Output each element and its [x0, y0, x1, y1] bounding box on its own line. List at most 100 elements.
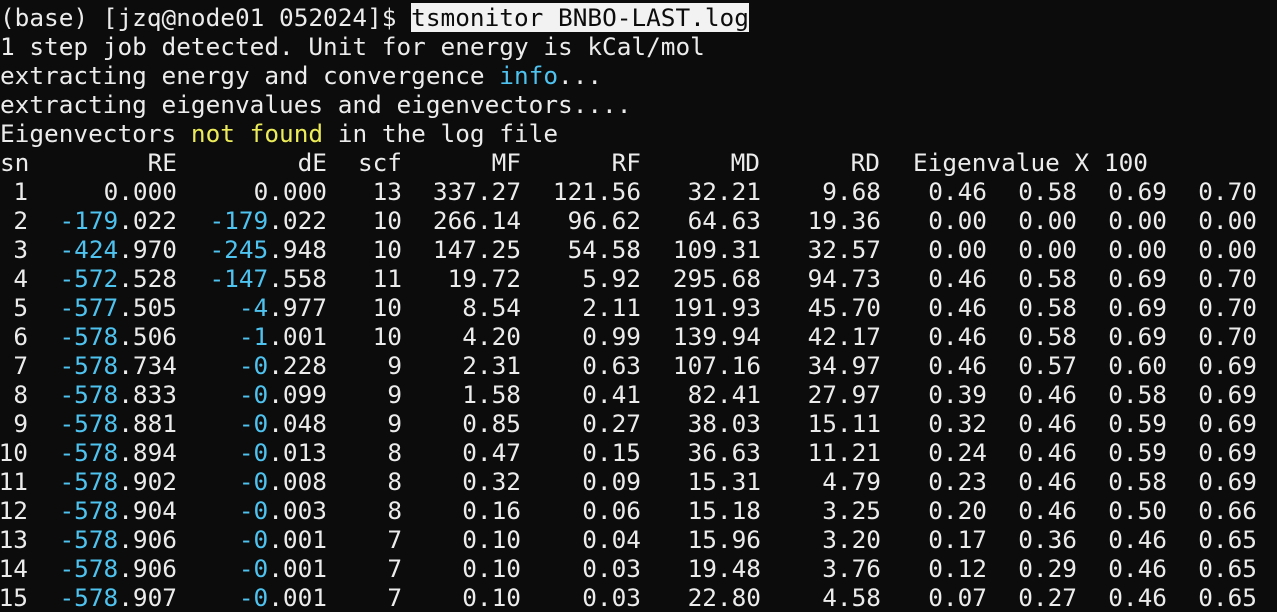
de-integer-part: -0 — [238, 554, 269, 583]
cell-eigenvalue: 0.58 — [1018, 322, 1077, 351]
de-fraction-part: .048 — [268, 409, 327, 438]
cell-md: 32.21 — [687, 177, 761, 206]
cell-eigenvalue: 0.27 — [1018, 583, 1077, 612]
cell-sn: 12 — [0, 496, 28, 525]
cell-de: -179.022 — [210, 206, 328, 235]
output-text: Eigenvectors — [0, 119, 191, 148]
cell-re: -578.881 — [60, 409, 178, 438]
de-fraction-part: .022 — [268, 206, 327, 235]
results-table: sn RE dE scf MF RF MD RD Eigenvalue X 10… — [0, 145, 1277, 612]
cell-sn: 13 — [0, 525, 28, 554]
cell-eigenvalue: 0.00 — [1198, 206, 1257, 235]
cell-mf: 1.58 — [462, 380, 521, 409]
cell-eigenvalue: 0.69 — [1198, 467, 1257, 496]
cell-eigenvalue: 0.65 — [1198, 525, 1257, 554]
cell-eigenvalue: 0.24 — [928, 438, 987, 467]
de-fraction-part: .099 — [268, 380, 327, 409]
de-fraction-part: .948 — [268, 235, 327, 264]
cell-re: -578.902 — [60, 467, 178, 496]
command-line: (base) [jzq@node01 052024]$ tsmonitor BN… — [0, 3, 749, 32]
re-fraction-part: .528 — [118, 264, 177, 293]
output-text: ... — [558, 61, 603, 90]
cell-de: -0.008 — [239, 467, 327, 496]
re-integer-part: -578 — [59, 380, 119, 409]
cell-eigenvalue: 0.46 — [1018, 409, 1077, 438]
cell-sn: 4 — [13, 264, 28, 293]
cell-re: -179.022 — [60, 206, 178, 235]
header-rd: RD — [850, 148, 880, 177]
de-integer-part: -1 — [238, 322, 269, 351]
cell-de: -0.001 — [239, 554, 327, 583]
cell-mf: 266.14 — [432, 206, 521, 235]
de-integer-part: -179 — [209, 206, 269, 235]
cell-sn: 11 — [0, 467, 28, 496]
cell-eigenvalue: 0.12 — [928, 554, 987, 583]
re-integer-part: -424 — [59, 235, 119, 264]
re-fraction-part: .906 — [118, 554, 177, 583]
cell-scf: 11 — [372, 264, 402, 293]
cell-mf: 0.85 — [462, 409, 521, 438]
cell-rd: 15.11 — [807, 409, 881, 438]
cell-eigenvalue: 0.70 — [1198, 322, 1257, 351]
cell-rd: 42.17 — [807, 322, 881, 351]
cell-re: -578.894 — [60, 438, 178, 467]
cell-eigenvalue: 0.46 — [928, 264, 987, 293]
cell-re: 0.000 — [104, 177, 177, 206]
cell-eigenvalue: 0.46 — [928, 351, 987, 380]
cell-rf: 0.41 — [582, 380, 641, 409]
cell-md: 15.96 — [687, 525, 761, 554]
cell-mf: 337.27 — [432, 177, 521, 206]
cell-sn: 9 — [13, 409, 28, 438]
cell-eigenvalue: 0.69 — [1198, 409, 1257, 438]
header-scf: scf — [357, 148, 402, 177]
cell-eigenvalue: 0.65 — [1198, 583, 1257, 612]
cell-rd: 45.70 — [807, 293, 881, 322]
re-fraction-part: .907 — [118, 583, 177, 612]
re-fraction-part: 0.000 — [103, 177, 177, 206]
cell-re: -578.907 — [60, 583, 178, 612]
cell-eigenvalue: 0.69 — [1198, 351, 1257, 380]
cell-rd: 32.57 — [807, 235, 881, 264]
de-integer-part: -147 — [209, 264, 269, 293]
cell-eigenvalue: 0.00 — [928, 206, 987, 235]
re-fraction-part: .902 — [118, 467, 177, 496]
cell-scf: 13 — [372, 177, 402, 206]
cell-eigenvalue: 0.00 — [1108, 235, 1167, 264]
cell-md: 22.80 — [687, 583, 761, 612]
cell-eigenvalue: 0.46 — [1108, 583, 1167, 612]
output-text: extracting energy and convergence — [0, 61, 500, 90]
cell-md: 38.03 — [687, 409, 761, 438]
cell-eigenvalue: 0.58 — [1018, 264, 1077, 293]
cell-rd: 4.79 — [822, 467, 881, 496]
cell-eigenvalue: 0.00 — [1018, 235, 1077, 264]
cell-md: 19.48 — [687, 554, 761, 583]
de-integer-part: -0 — [238, 380, 269, 409]
cell-rd: 3.76 — [822, 554, 881, 583]
cell-eigenvalue: 0.57 — [1018, 351, 1077, 380]
cell-eigenvalue: 0.46 — [928, 322, 987, 351]
cell-de: -0.001 — [239, 525, 327, 554]
cell-eigenvalue: 0.46 — [1018, 467, 1077, 496]
cell-rf: 54.58 — [567, 235, 641, 264]
output-line: Eigenvectors not found in the log file — [0, 119, 558, 148]
re-fraction-part: .734 — [118, 351, 177, 380]
re-integer-part: -578 — [59, 467, 119, 496]
cell-re: -578.904 — [60, 496, 178, 525]
cell-eigenvalue: 0.23 — [928, 467, 987, 496]
header-md: MD — [730, 148, 760, 177]
cell-rd: 9.68 — [822, 177, 881, 206]
cell-mf: 0.10 — [462, 525, 521, 554]
cell-de: -0.001 — [239, 583, 327, 612]
re-integer-part: -578 — [59, 525, 119, 554]
cell-eigenvalue: 0.69 — [1108, 322, 1167, 351]
re-fraction-part: .506 — [118, 322, 177, 351]
cell-eigenvalue: 0.00 — [928, 235, 987, 264]
cell-eigenvalue: 0.46 — [1018, 438, 1077, 467]
cell-rd: 3.25 — [822, 496, 881, 525]
terminal-window[interactable]: (base) [jzq@node01 052024]$ tsmonitor BN… — [0, 0, 1277, 612]
de-fraction-part: .001 — [268, 322, 327, 351]
cell-sn: 3 — [13, 235, 28, 264]
cell-rd: 19.36 — [807, 206, 881, 235]
cell-eigenvalue: 0.58 — [1018, 177, 1077, 206]
de-integer-part: -0 — [238, 467, 269, 496]
